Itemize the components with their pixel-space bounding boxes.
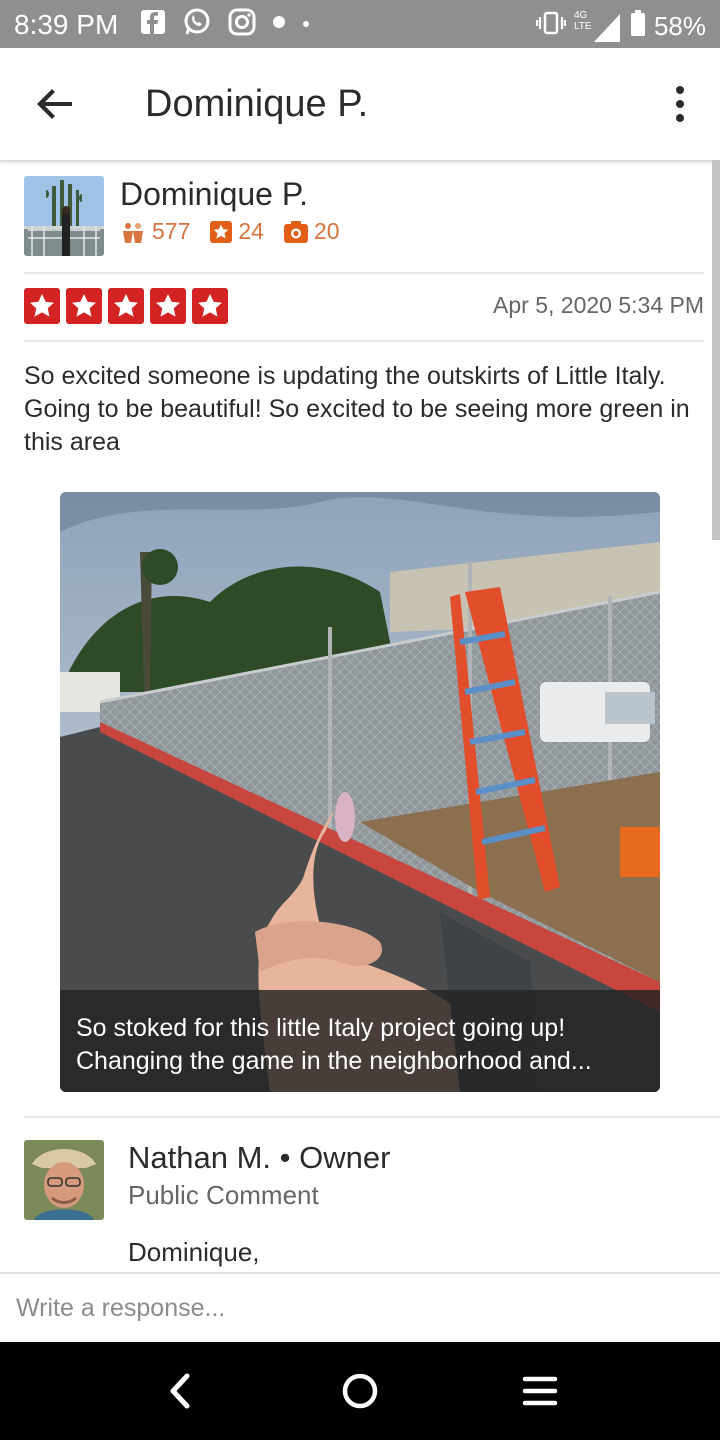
review-text: So excited someone is updating the outsk… <box>24 362 690 456</box>
star-icon <box>192 288 228 324</box>
whatsapp-icon <box>182 7 212 42</box>
review-star-icon <box>210 220 233 243</box>
review-photo[interactable]: So stoked for this little Italy project … <box>60 492 660 1092</box>
status-time: 8:39 PM <box>14 9 119 40</box>
photo-caption-line: So stoked for this little Italy project … <box>76 1014 566 1042</box>
star-icon <box>66 288 102 324</box>
signal-icon: 4G LTE <box>574 10 622 42</box>
friends-icon <box>123 222 143 243</box>
system-nav-bar <box>0 1342 720 1440</box>
reviews-stat: 24 <box>210 218 264 245</box>
comment-visibility: Public Comment <box>128 1180 319 1210</box>
system-icons: 4G LTE 58% <box>535 9 706 44</box>
facebook-icon <box>140 9 166 40</box>
photos-stat: 20 <box>283 218 340 245</box>
instagram-icon <box>228 8 256 41</box>
app-bar: Dominique P. <box>0 48 720 162</box>
reviewer-name[interactable]: Dominique P. <box>120 176 308 213</box>
owner-role: Owner <box>299 1140 391 1175</box>
star-icon <box>108 288 144 324</box>
photo-caption: So stoked for this little Italy project … <box>60 990 660 1092</box>
friends-count: 577 <box>152 218 191 244</box>
star-icon <box>24 288 60 324</box>
recents-menu-icon <box>522 1376 558 1406</box>
divider <box>24 1116 720 1118</box>
notification-icons <box>140 8 310 40</box>
more-options-button[interactable] <box>668 82 692 126</box>
small-dot-icon <box>302 15 310 33</box>
reviewer-avatar[interactable] <box>24 176 104 256</box>
separator: • <box>271 1140 300 1175</box>
scrollbar[interactable] <box>712 160 720 540</box>
response-bar <box>0 1272 720 1344</box>
battery-icon <box>630 9 646 44</box>
owner-name-line: Nathan M. • Owner <box>128 1140 390 1176</box>
home-circle-icon <box>342 1373 378 1409</box>
dot-icon <box>272 15 286 34</box>
owner-avatar[interactable] <box>24 1140 104 1220</box>
owner-name[interactable]: Nathan M. <box>128 1140 271 1175</box>
divider <box>24 272 704 274</box>
star-icon <box>150 288 186 324</box>
back-chevron-icon <box>170 1373 190 1409</box>
friends-stat: 577 <box>120 218 190 245</box>
back-button[interactable] <box>30 78 82 130</box>
vibrate-icon <box>535 10 567 43</box>
nav-home-button[interactable] <box>335 1366 385 1416</box>
star-rating <box>24 288 228 324</box>
owner-comment-text: Dominique, <box>128 1237 260 1267</box>
reviews-count: 24 <box>238 218 264 244</box>
divider <box>24 340 704 342</box>
nav-back-button[interactable] <box>156 1366 206 1416</box>
photos-count: 20 <box>313 218 340 244</box>
status-bar: 8:39 PM 4G LTE 58% <box>0 0 720 48</box>
page-title: Dominique P. <box>145 83 369 125</box>
arrow-left-icon <box>37 89 72 119</box>
more-vertical-icon <box>676 86 684 122</box>
response-input[interactable] <box>16 1288 696 1328</box>
nav-recents-button[interactable] <box>515 1366 565 1416</box>
photo-caption-line: Changing the game in the neighborhood an… <box>76 1047 592 1075</box>
reviewer-stats: 577 24 20 <box>120 218 360 245</box>
review-date: Apr 5, 2020 5:34 PM <box>493 292 704 318</box>
camera-icon <box>283 220 308 243</box>
battery-percent: 58% <box>653 11 706 41</box>
